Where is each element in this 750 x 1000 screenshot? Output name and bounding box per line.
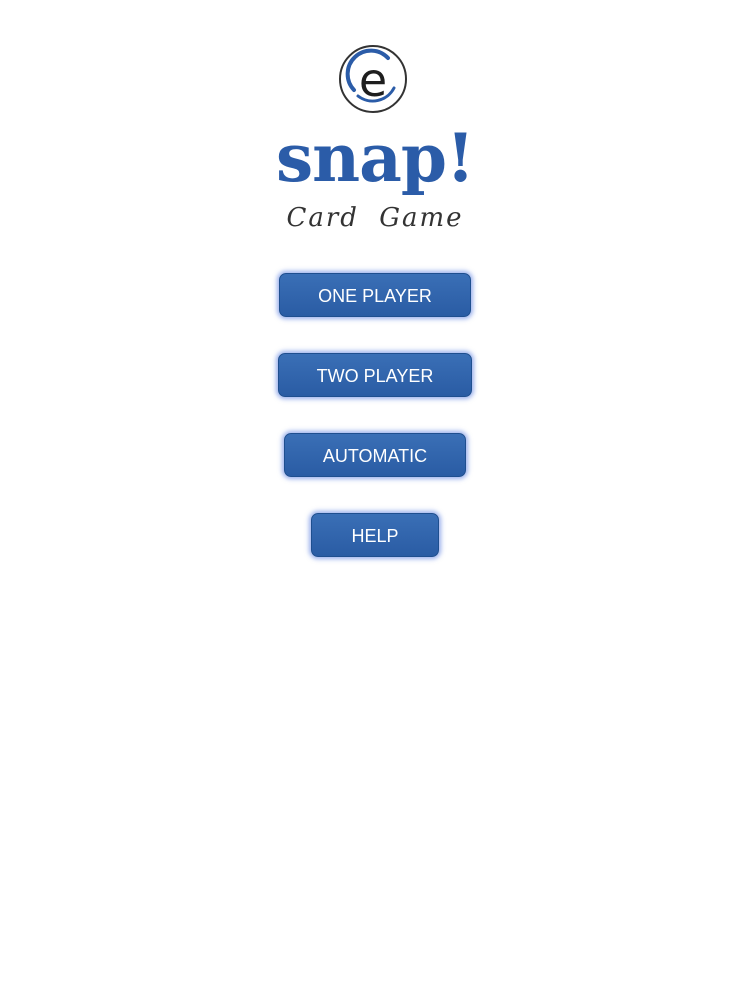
app-title: snap! [275,119,475,197]
automatic-button[interactable]: AUTOMATIC [284,433,466,477]
one-player-button[interactable]: ONE PLAYER [279,273,471,317]
app-subtitle: Card Game [286,203,464,233]
help-button[interactable]: HELP [311,513,439,557]
e-logo-icon: e [338,44,408,114]
logo-letter: e [359,53,387,107]
two-player-button[interactable]: TWO PLAYER [278,353,472,397]
